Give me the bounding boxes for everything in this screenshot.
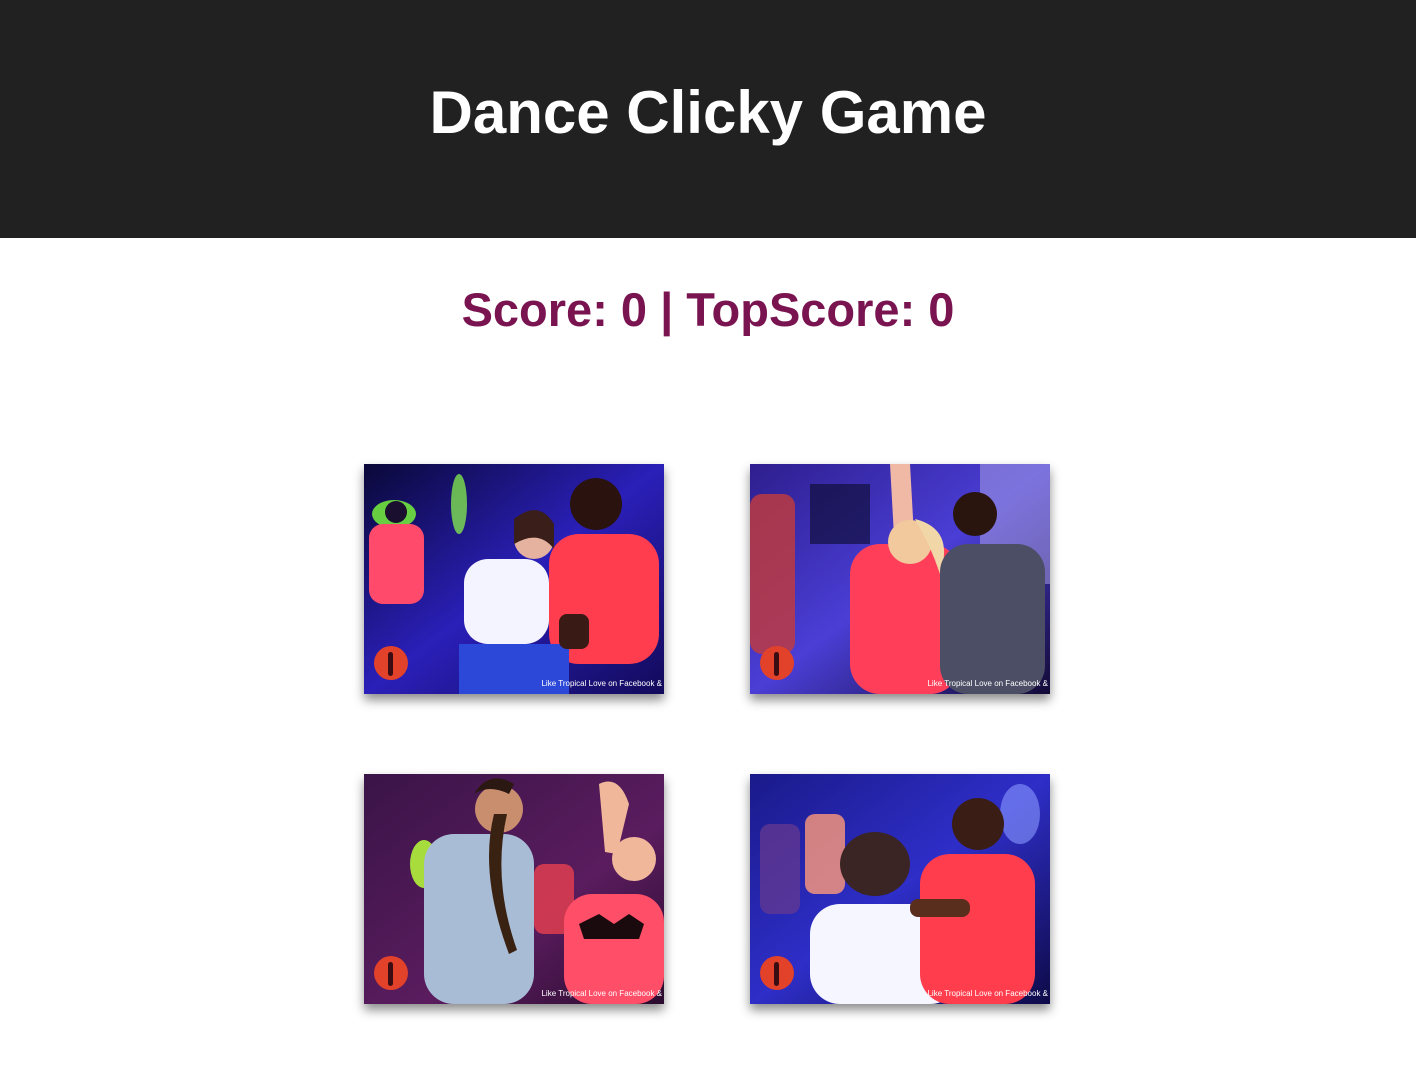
photo-watermark: Like Tropical Love on Facebook &	[927, 989, 1048, 998]
dance-photo-card-4[interactable]: Like Tropical Love on Facebook &	[750, 774, 1050, 1004]
score-display: Score: 0 | TopScore: 0	[461, 283, 955, 336]
header-banner: Dance Clicky Game	[0, 0, 1416, 238]
page-title: Dance Clicky Game	[429, 78, 987, 146]
dance-photo-card-2[interactable]: Like Tropical Love on Facebook &	[750, 464, 1050, 694]
tropical-love-logo-icon	[374, 646, 408, 680]
dance-photo-1-image	[364, 464, 664, 694]
tropical-love-logo-icon	[760, 646, 794, 680]
photo-watermark: Like Tropical Love on Facebook &	[541, 679, 662, 688]
dance-photo-2-image	[750, 464, 1050, 694]
dance-photo-4-image	[750, 774, 1050, 1004]
tropical-love-logo-icon	[760, 956, 794, 990]
photo-watermark: Like Tropical Love on Facebook &	[541, 989, 662, 998]
photo-watermark: Like Tropical Love on Facebook &	[927, 679, 1048, 688]
dance-photo-card-3[interactable]: Like Tropical Love on Facebook &	[364, 774, 664, 1004]
dance-photo-card-1[interactable]: Like Tropical Love on Facebook &	[364, 464, 664, 694]
tropical-love-logo-icon	[374, 956, 408, 990]
dance-photo-3-image	[364, 774, 664, 1004]
